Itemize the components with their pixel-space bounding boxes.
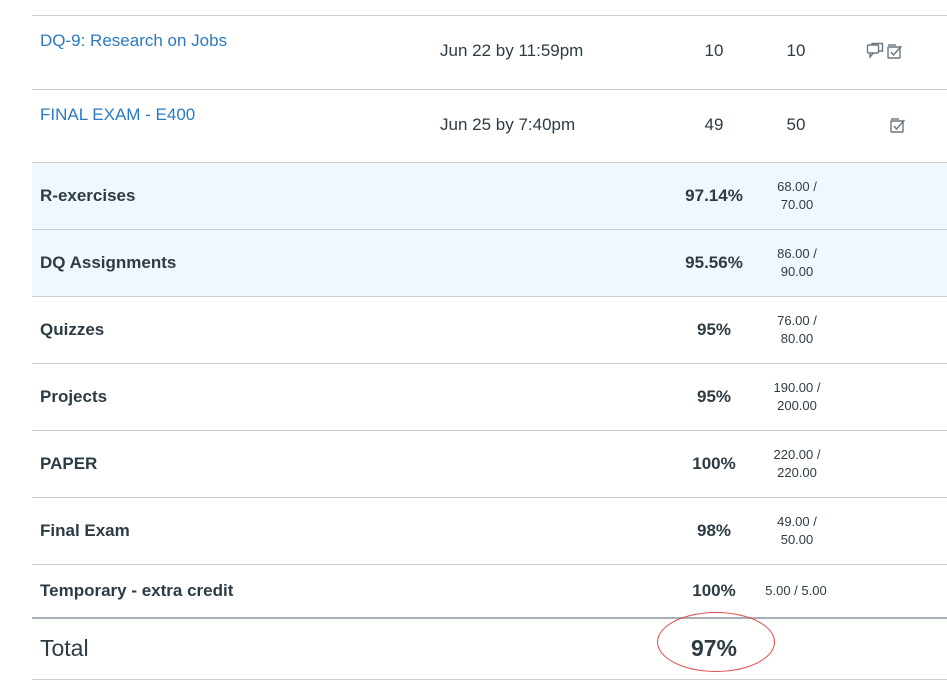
category-points-bottom: 90.00 (780, 264, 814, 279)
category-points-bottom: 70.00 (780, 197, 814, 212)
assignment-row: DQ-9: Research on Jobs Jun 22 by 11:59pm… (32, 15, 947, 89)
due-date: Jun 25 by 7:40pm (440, 115, 576, 134)
category-row: Temporary - extra credit 100% 5.00 / 5.0… (32, 564, 947, 617)
score: 10 (704, 41, 724, 60)
category-name: DQ Assignments (40, 253, 177, 272)
category-percent: 98% (696, 521, 732, 540)
score: 49 (704, 115, 724, 134)
rubric-icon[interactable] (886, 42, 904, 60)
points-possible: 10 (786, 41, 806, 60)
assignment-link[interactable]: DQ-9: Research on Jobs (40, 31, 227, 51)
category-percent: 95% (696, 387, 732, 406)
grades-table: DQ-9: Research on Jobs Jun 22 by 11:59pm… (32, 15, 947, 689)
category-points-top: 86.00 / (777, 246, 817, 261)
assignment-link[interactable]: FINAL EXAM - E400 (40, 105, 195, 125)
category-row: Quizzes 95% 76.00 / 80.00 (32, 296, 947, 363)
annotation-circle (657, 612, 775, 672)
category-name: Temporary - extra credit (40, 581, 234, 600)
category-points-top: 220.00 / (773, 447, 821, 462)
category-percent: 95% (696, 320, 732, 339)
due-date: Jun 22 by 11:59pm (440, 41, 584, 60)
category-points-bottom: 80.00 (780, 331, 814, 346)
category-points-top: 68.00 / (777, 179, 817, 194)
total-row: Total 97% (32, 617, 947, 680)
category-points-top: 190.00 / (773, 380, 821, 395)
category-points: 5.00 / 5.00 (765, 583, 827, 598)
category-row: DQ Assignments 95.56% 86.00 / 90.00 (32, 229, 947, 296)
assignment-row: FINAL EXAM - E400 Jun 25 by 7:40pm 49 50 (32, 89, 947, 162)
category-name: R-exercises (40, 186, 136, 205)
category-name: Quizzes (40, 320, 105, 339)
category-points-top: 49.00 / (777, 514, 817, 529)
rubric-icon[interactable] (889, 116, 907, 134)
category-points-bottom: 220.00 (777, 465, 817, 480)
category-points-bottom: 50.00 (780, 532, 814, 547)
category-row: Final Exam 98% 49.00 / 50.00 (32, 497, 947, 564)
points-possible: 50 (786, 115, 806, 134)
category-name: Projects (40, 387, 108, 406)
total-label: Total (40, 635, 89, 661)
category-points-top: 76.00 / (777, 313, 817, 328)
category-percent: 95.56% (685, 253, 743, 272)
category-row: Projects 95% 190.00 / 200.00 (32, 363, 947, 430)
category-row: R-exercises 97.14% 68.00 / 70.00 (32, 162, 947, 229)
comment-icon[interactable] (866, 42, 884, 60)
category-percent: 97.14% (685, 186, 743, 205)
category-row: PAPER 100% 220.00 / 220.00 (32, 430, 947, 497)
category-name: PAPER (40, 454, 98, 473)
category-percent: 100% (692, 454, 736, 473)
category-name: Final Exam (40, 521, 130, 540)
category-points-bottom: 200.00 (777, 398, 817, 413)
